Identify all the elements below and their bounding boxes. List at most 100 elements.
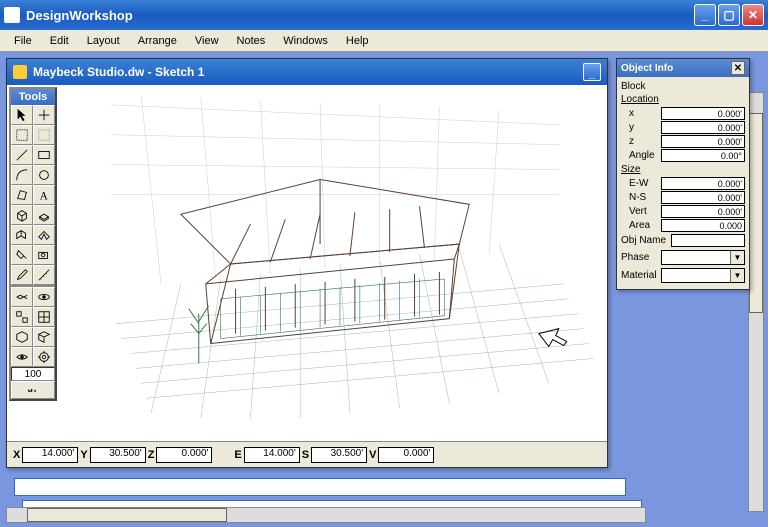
- tools-palette[interactable]: Tools A: [9, 87, 57, 401]
- location-label: Location: [621, 93, 745, 106]
- tool-crosshair[interactable]: [33, 105, 55, 125]
- coord-v-label: V: [369, 449, 376, 461]
- oi-vert-field[interactable]: 0.000': [661, 205, 745, 218]
- oi-angle-field[interactable]: 0.00°: [661, 149, 745, 162]
- menu-help[interactable]: Help: [338, 33, 377, 49]
- document-minimize-button[interactable]: _: [583, 63, 601, 81]
- menu-bar: File Edit Layout Arrange View Notes Wind…: [0, 30, 768, 52]
- oi-area-field[interactable]: 0.000: [661, 219, 745, 232]
- object-info-title-bar[interactable]: Object Info ✕: [617, 59, 749, 77]
- tool-skyline[interactable]: [11, 381, 55, 399]
- tool-fly[interactable]: [11, 287, 33, 307]
- tool-pointer[interactable]: [11, 105, 33, 125]
- tool-target[interactable]: [33, 347, 55, 367]
- menu-arrange[interactable]: Arrange: [130, 33, 185, 49]
- size-label: Size: [621, 163, 745, 176]
- oi-z-field[interactable]: 0.000': [661, 135, 745, 148]
- tool-iso-b[interactable]: [33, 327, 55, 347]
- vscroll-thumb[interactable]: [749, 113, 763, 313]
- tool-paint[interactable]: [11, 245, 33, 265]
- menu-view[interactable]: View: [187, 33, 227, 49]
- block-label: Block: [621, 80, 745, 93]
- tool-wall[interactable]: [11, 225, 33, 245]
- oi-z-label: z: [621, 136, 661, 147]
- oi-y-label: y: [621, 122, 661, 133]
- oi-ew-label: E-W: [621, 178, 661, 189]
- maximize-button[interactable]: ▢: [718, 4, 740, 26]
- tool-circle[interactable]: [33, 165, 55, 185]
- tool-measure[interactable]: [33, 265, 55, 285]
- app-icon: [4, 7, 20, 23]
- tool-eyedropper[interactable]: [11, 265, 33, 285]
- stacked-window-1[interactable]: [14, 478, 626, 496]
- coord-x-label: X: [13, 449, 20, 461]
- coord-e-field[interactable]: 14.000': [244, 447, 300, 463]
- tool-view-a[interactable]: [11, 307, 33, 327]
- zoom-value[interactable]: 100: [11, 367, 55, 381]
- svg-text:A: A: [40, 190, 49, 202]
- coordinate-bar: X 14.000' Y 30.500' Z 0.000' E 14.000' S…: [7, 441, 607, 467]
- tool-polygon[interactable]: [11, 185, 33, 205]
- coord-v-field[interactable]: 0.000': [378, 447, 434, 463]
- tool-box[interactable]: [11, 205, 33, 225]
- tool-extrude[interactable]: [33, 205, 55, 225]
- oi-material-label: Material: [621, 270, 661, 281]
- tool-line[interactable]: [11, 145, 33, 165]
- coord-x-field[interactable]: 14.000': [22, 447, 78, 463]
- document-icon: [13, 65, 27, 79]
- hscroll-thumb[interactable]: [27, 508, 227, 522]
- oi-x-label: x: [621, 108, 661, 119]
- horizontal-scrollbar[interactable]: [6, 507, 646, 523]
- tool-camera[interactable]: [33, 245, 55, 265]
- oi-angle-label: Angle: [621, 150, 661, 161]
- oi-x-field[interactable]: 0.000': [661, 107, 745, 120]
- tools-title: Tools: [11, 89, 55, 105]
- tool-orbit[interactable]: [33, 287, 55, 307]
- minimize-button[interactable]: _: [694, 4, 716, 26]
- coord-e-label: E: [234, 449, 241, 461]
- chevron-down-icon: ▼: [730, 251, 744, 264]
- document-window: Maybeck Studio.dw - Sketch 1 _ Tools A: [6, 58, 608, 468]
- oi-ew-field[interactable]: 0.000': [661, 177, 745, 190]
- document-title: Maybeck Studio.dw - Sketch 1: [33, 65, 583, 79]
- menu-notes[interactable]: Notes: [229, 33, 274, 49]
- tool-pattern-b[interactable]: [33, 125, 55, 145]
- menu-edit[interactable]: Edit: [42, 33, 77, 49]
- oi-objname-field[interactable]: [671, 234, 745, 247]
- coord-z-field[interactable]: 0.000': [156, 447, 212, 463]
- oi-ns-label: N-S: [621, 192, 661, 203]
- menu-layout[interactable]: Layout: [79, 33, 128, 49]
- tool-pattern-a[interactable]: [11, 125, 33, 145]
- oi-y-field[interactable]: 0.000': [661, 121, 745, 134]
- tool-arc[interactable]: [11, 165, 33, 185]
- coord-y-label: Y: [80, 449, 87, 461]
- viewport-canvas[interactable]: [61, 85, 607, 439]
- coord-y-field[interactable]: 30.500': [90, 447, 146, 463]
- menu-file[interactable]: File: [6, 33, 40, 49]
- tool-eye[interactable]: [11, 347, 33, 367]
- coord-z-label: Z: [148, 449, 155, 461]
- menu-windows[interactable]: Windows: [275, 33, 336, 49]
- tool-roof[interactable]: [33, 225, 55, 245]
- object-info-title: Object Info: [621, 63, 731, 74]
- oi-ns-field[interactable]: 0.000': [661, 191, 745, 204]
- oi-material-select[interactable]: ▼: [661, 268, 745, 283]
- coord-s-label: S: [302, 449, 309, 461]
- title-bar: DesignWorkshop _ ▢ ✕: [0, 0, 768, 30]
- document-title-bar[interactable]: Maybeck Studio.dw - Sketch 1 _: [7, 59, 607, 85]
- tool-rectangle[interactable]: [33, 145, 55, 165]
- tool-text[interactable]: A: [33, 185, 55, 205]
- app-title: DesignWorkshop: [26, 8, 694, 23]
- close-button[interactable]: ✕: [742, 4, 764, 26]
- tool-iso-a[interactable]: [11, 327, 33, 347]
- object-info-panel[interactable]: Object Info ✕ Block Location x0.000' y0.…: [616, 58, 750, 290]
- oi-phase-label: Phase: [621, 252, 661, 263]
- vertical-scrollbar[interactable]: [748, 92, 764, 512]
- oi-area-label: Area: [621, 220, 661, 231]
- workspace: Maybeck Studio.dw - Sketch 1 _ Tools A: [0, 52, 768, 527]
- oi-phase-select[interactable]: ▼: [661, 250, 745, 265]
- chevron-down-icon: ▼: [730, 269, 744, 282]
- coord-s-field[interactable]: 30.500': [311, 447, 367, 463]
- object-info-close-button[interactable]: ✕: [731, 61, 745, 75]
- tool-view-b[interactable]: [33, 307, 55, 327]
